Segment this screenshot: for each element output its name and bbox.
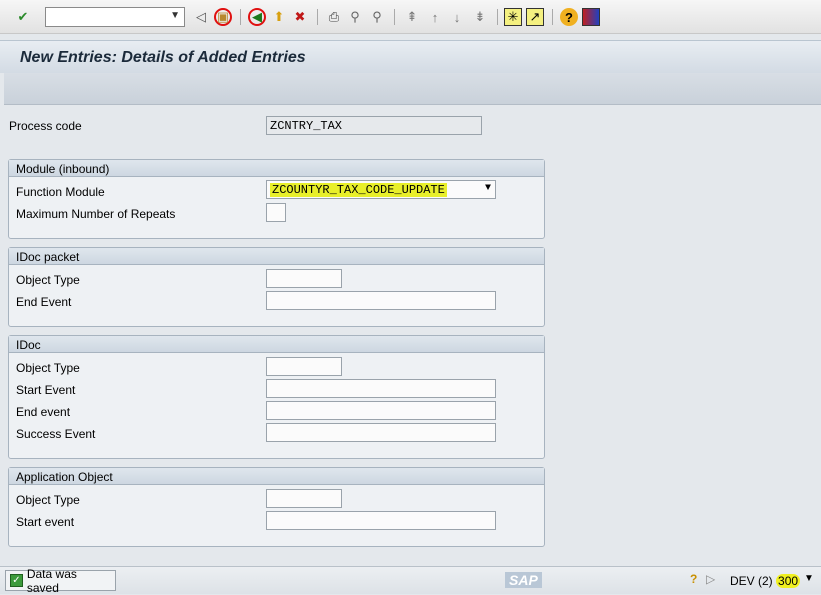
status-message[interactable]: ✓ Data was saved [5,567,116,595]
success-event-label: Success Event [16,427,96,441]
group-title: IDoc [9,336,544,353]
idoc-start-event-field[interactable] [266,379,496,398]
group-title: IDoc packet [9,248,544,265]
find-icon[interactable]: ⚲ [346,8,364,26]
chevron-down-icon[interactable]: ▼ [170,10,180,21]
application-toolbar [4,73,821,105]
system-name: DEV (2) [730,574,773,588]
max-repeats-label: Maximum Number of Repeats [16,207,176,221]
status-bar: ✓ Data was saved SAP ? ▷ DEV (2) 300 ▼ [0,566,821,595]
function-module-value: ZCOUNTYR_TAX_CODE_UPDATE [270,183,447,197]
back-icon[interactable]: ◀ [248,8,266,26]
cancel-icon[interactable]: ✖ [291,8,309,26]
function-module-field[interactable]: ZCOUNTYR_TAX_CODE_UPDATE ▼ [266,180,496,199]
expand-triangle-icon[interactable]: ▷ [706,572,715,586]
status-message-text: Data was saved [26,566,77,595]
previous-page-icon[interactable]: ↑ [426,8,444,26]
packet-object-type-field[interactable] [266,269,342,288]
process-code-field[interactable]: ZCNTRY_TAX [266,116,482,135]
function-module-label: Function Module [16,185,105,199]
first-page-icon[interactable]: ⇞ [403,8,421,26]
next-page-icon[interactable]: ↓ [448,8,466,26]
exit-icon[interactable]: ⬆ [270,8,288,26]
system-info: DEV (2) 300 [730,574,801,588]
find-next-icon[interactable]: ⚲ [368,8,386,26]
end-event-label: End event [16,405,71,419]
start-event-label: Start event [16,515,75,529]
group-title: Module (inbound) [9,160,544,177]
end-event-label: End Event [16,295,72,309]
chevron-down-icon[interactable]: ▼ [804,573,814,584]
process-code-label: Process code [9,119,82,133]
command-field[interactable]: ▼ [45,7,185,27]
enter-icon[interactable]: ✔ [14,8,32,26]
idoc-success-event-field[interactable] [266,423,496,442]
object-type-label: Object Type [16,361,80,375]
object-type-label: Object Type [16,493,80,507]
object-type-label: Object Type [16,273,80,287]
chevron-down-icon[interactable]: ▼ [485,183,491,194]
success-check-icon: ✓ [10,574,23,587]
sap-logo: SAP [505,572,542,588]
app-start-event-field[interactable] [266,511,496,530]
packet-end-event-field[interactable] [266,291,496,310]
last-page-icon[interactable]: ⇟ [471,8,489,26]
standard-toolbar: ✔ ▼ ◁ ▣ ◀ ⬆ ✖ ⎙ ⚲ ⚲ ⇞ ↑ ↓ ⇟ ✳ ↗ ? [0,0,821,34]
group-module-inbound: Module (inbound) [8,159,545,239]
title-bar: New Entries: Details of Added Entries [0,40,821,73]
group-title: Application Object [9,468,544,485]
app-object-type-field[interactable] [266,489,342,508]
idoc-end-event-field[interactable] [266,401,496,420]
save-icon[interactable]: ▣ [214,8,232,26]
idoc-object-type-field[interactable] [266,357,342,376]
client-number: 300 [776,574,801,588]
layout-icon[interactable] [582,8,600,26]
new-session-icon[interactable]: ✳ [504,8,522,26]
back-triangle-icon[interactable]: ◁ [192,8,210,26]
help-icon[interactable]: ? [560,8,578,26]
max-repeats-field[interactable] [266,203,286,222]
shortcut-icon[interactable]: ↗ [526,8,544,26]
help-icon[interactable]: ? [690,572,697,586]
page-title: New Entries: Details of Added Entries [20,49,306,66]
start-event-label: Start Event [16,383,76,397]
print-icon[interactable]: ⎙ [325,8,343,26]
